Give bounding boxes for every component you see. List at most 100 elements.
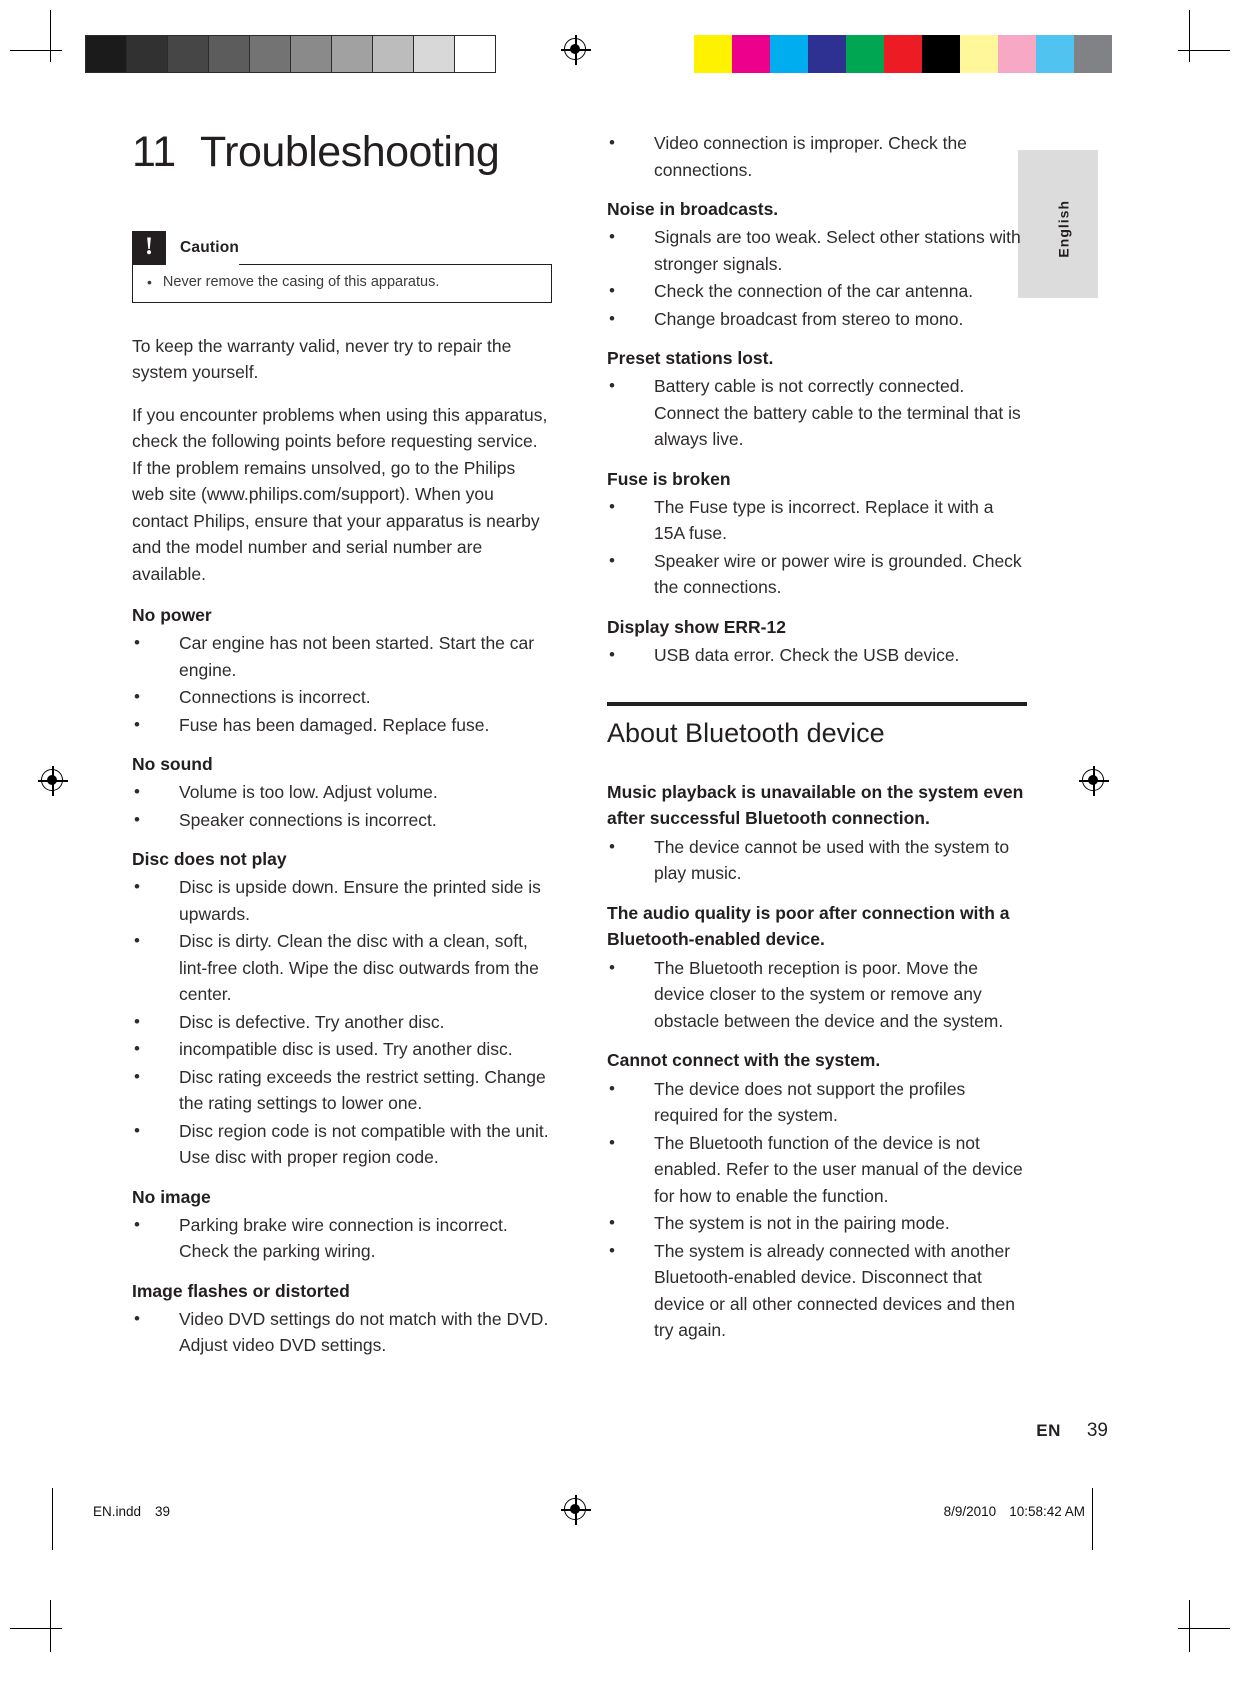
section-heading: The audio quality is poor after connecti… [607,902,1010,950]
bullet-glyph: • [609,1213,615,1233]
chapter-number: 11 [132,128,176,176]
caution-title: Caution [180,239,240,257]
manual-page: English 11 Troubleshooting ! Caution • N… [0,0,1240,1690]
bullet-glyph: • [134,1066,140,1086]
list-item-text: The Bluetooth function of the device is … [654,1132,1023,1206]
bullet-list: • Battery cable is not correctly connecte… [607,373,1027,453]
section-heading: No image [132,1186,211,1207]
list-item-text: incompatible disc is used. Try another d… [179,1039,513,1060]
list-item: • Check the connection of the car antenna… [607,278,1027,305]
intro-paragraph-2: If you encounter problems when using thi… [132,404,548,584]
list-item-text: Speaker connections is incorrect. [179,809,437,830]
list-item: • incompatible disc is used. Try another … [132,1036,552,1063]
list-item: • Fuse has been damaged. Replace fuse. [132,712,552,739]
caution-item: • Never remove the casing of this appara… [132,265,552,303]
caution-header: ! Caution [132,231,552,266]
list-item-text: Battery cable is not correctly connected… [654,376,1021,449]
bullet-glyph: • [609,644,615,664]
list-item-text: Volume is too low. Adjust volume. [179,782,438,803]
bullet-glyph: • [609,133,615,152]
bullet-glyph: • [134,1214,140,1234]
list-item-text: Fuse has been damaged. Replace fuse. [179,714,490,735]
list-item: • Disc is defective. Try another disc. [132,1009,552,1036]
page-title: 11 Troubleshooting [132,128,552,176]
caution-box: ! Caution • Never remove the casing of t… [132,231,552,303]
list-item: • The device does not support the profile… [607,1076,1027,1129]
list-item-text: The system is not in the pairing mode. [654,1213,950,1234]
warning-exclamation-icon: ! [132,231,166,266]
chapter-title: Troubleshooting [200,128,500,176]
footer-page-number: 39 [1086,1420,1108,1441]
bullet-glyph: • [134,1039,140,1059]
left-troubleshooting-sections: No power • Car engine has not been started… [132,603,552,1359]
list-item-text: The Fuse type is incorrect. Replace it w… [654,496,994,544]
footer-language-code: EN [1036,1421,1061,1440]
section-heading: Fuse is broken [607,468,731,489]
bullet-glyph: • [134,633,140,653]
list-item: • The system is not in the pairing mode. [607,1210,1027,1237]
list-item: • Speaker wire or power wire is grounded.… [607,548,1027,601]
slug-right: 8/9/2010 10:58:42 AM [944,1504,1085,1519]
list-item: • Disc is upside down. Ensure the printed… [132,874,552,927]
bullet-glyph: • [609,308,615,328]
bullet-glyph: • [134,1120,140,1140]
continued-items-list: • Video connection is improper. Check the… [607,130,1027,183]
list-item-text: Video connection is improper. Check the … [654,133,967,180]
bullet-glyph: • [134,714,140,734]
caution-header-rule [239,264,552,266]
section-divider-rule [607,702,1027,706]
list-item: • Car engine has not been started. Start … [132,630,552,683]
section-heading: No sound [132,754,213,775]
bullet-list: • Car engine has not been started. Start … [132,630,552,738]
list-item-text: Change broadcast from stereo to mono. [654,308,964,329]
section-heading: Noise in broadcasts. [607,199,779,219]
bullet-glyph: • [609,1078,615,1098]
bullet-glyph: • [609,957,615,977]
list-item: • Change broadcast from stereo to mono. [607,306,1027,333]
list-item-text: The device cannot be used with the syste… [654,836,1010,884]
list-item-text: The Bluetooth reception is poor. Move th… [654,957,1004,1031]
bullet-glyph: • [609,227,615,246]
section-heading: No power [132,605,212,626]
bullet-glyph: • [609,1132,615,1152]
list-item: • The system is already connected with an… [607,1238,1027,1344]
bullet-glyph: • [609,1240,615,1260]
list-item: • The device cannot be used with the syst… [607,834,1027,887]
intro-paragraph-1: To keep the warranty valid, never try to… [132,335,512,383]
list-item: • Video connection is improper. Check the… [607,130,1027,183]
list-item: • Parking brake wire connection is incorr… [132,1212,552,1265]
list-item: • The Fuse type is incorrect. Replace it … [607,494,1027,547]
bullet-glyph: • [609,281,615,300]
list-item-text: Speaker wire or power wire is grounded. … [654,550,1022,598]
bullet-glyph: • [134,1308,140,1328]
slug-page: 39 [155,1504,171,1519]
list-item: • Disc rating exceeds the restrict settin… [132,1064,552,1117]
list-item: • The Bluetooth reception is poor. Move t… [607,955,1027,1035]
list-item-text: Disc is dirty. Clean the disc with a cle… [179,931,539,1005]
list-item-text: Video DVD settings do not match with the… [179,1308,549,1356]
right-troubleshooting-sections: Noise in broadcasts. • Signals are too wea… [607,197,1027,668]
section-heading: Cannot connect with the system. [607,1050,881,1071]
bluetooth-sections: Music playback is unavailable on the sys… [607,779,1027,1344]
bullet-list: • The device does not support the profile… [607,1076,1027,1344]
list-item-text: Car engine has not been started. Start t… [179,633,535,680]
section-heading: Display show ERR-12 [607,616,786,637]
list-item: • Signals are too weak. Select other stat… [607,224,1027,277]
bullet-list: • Volume is too low. Adjust volume. • Speak… [132,779,552,833]
language-side-tab: English [1018,150,1098,298]
list-item: • Speaker connections is incorrect. [132,807,552,834]
list-item: • Battery cable is not correctly connecte… [607,373,1027,453]
bullet-list: • Parking brake wire connection is incorr… [132,1212,552,1265]
language-side-tab-label: English [1056,200,1072,258]
section-heading: Image flashes or distorted [132,1280,350,1301]
list-item: • Video DVD settings do not match with th… [132,1306,552,1359]
bullet-list: • Signals are too weak. Select other stat… [607,224,1027,332]
section-heading: Music playback is unavailable on the sys… [607,781,1024,829]
list-item: • Volume is too low. Adjust volume. [132,779,552,806]
bullet-list: • The Bluetooth reception is poor. Move t… [607,955,1027,1035]
bullet-glyph: • [609,836,615,856]
bullet-glyph: • [134,809,140,829]
list-item: • Disc region code is not compatible with… [132,1118,552,1171]
bullet-list: • The device cannot be used with the syst… [607,834,1027,887]
bluetooth-section-title: About Bluetooth device [607,718,885,748]
